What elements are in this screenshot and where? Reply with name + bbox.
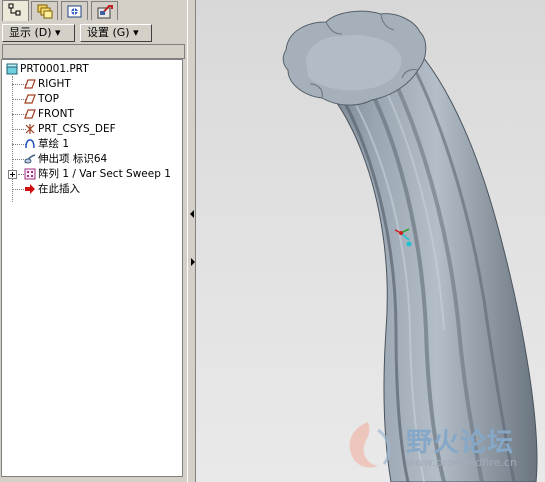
collapse-left-icon[interactable] <box>190 210 194 218</box>
datum-plane-icon <box>24 109 36 119</box>
tree-item-label: 草绘 1 <box>38 138 70 150</box>
forum-watermark: 野火论坛 www.proewildfire.cn <box>336 412 545 482</box>
navigator-panel: 显示 (D) ▾ 设置 (G) ▾ PRT0001.PRT RIGHT TOP … <box>0 0 188 482</box>
watermark-title: 野火论坛 <box>406 428 515 458</box>
pattern-icon <box>24 168 36 180</box>
layers-icon <box>37 4 53 19</box>
tree-root-label: PRT0001.PRT <box>20 63 89 75</box>
tab-favorites[interactable] <box>61 1 88 20</box>
tree-item-label: PRT_CSYS_DEF <box>38 123 116 135</box>
show-menu-button[interactable]: 显示 (D) ▾ <box>2 24 75 42</box>
tree-item-label: TOP <box>38 93 60 105</box>
protrusion-icon <box>24 154 36 164</box>
model-tree-icon <box>8 3 21 16</box>
tree-item-label: 在此插入 <box>38 183 80 195</box>
tree-item-label: FRONT <box>38 108 74 120</box>
csys-icon <box>25 124 35 134</box>
insert-here-icon <box>25 184 35 194</box>
watermark-url: www.proewildfire.cn <box>406 456 517 469</box>
tree-connector <box>12 76 13 202</box>
tree-filter-bar[interactable] <box>2 44 185 59</box>
expand-plus-icon <box>8 170 17 179</box>
twisted-sweep-model <box>282 10 538 482</box>
tab-layers[interactable] <box>31 1 58 20</box>
favorites-icon <box>67 5 82 18</box>
panel-splitter[interactable] <box>187 0 196 482</box>
tree-item-label: RIGHT <box>38 78 71 90</box>
tab-model-tree[interactable] <box>2 0 29 21</box>
flame-logo-icon <box>349 422 391 468</box>
tree-item-label: 阵列 1 / Var Sect Sweep 1 <box>38 168 171 180</box>
connections-icon <box>97 5 113 19</box>
tree-item-label: 伸出项 标识64 <box>38 153 108 165</box>
expand-right-icon[interactable] <box>191 258 195 266</box>
navigator-tabs <box>0 0 188 22</box>
sketch-icon <box>25 139 35 149</box>
settings-menu-label: 设置 (G) ▾ <box>87 26 139 39</box>
graphics-window[interactable] <box>196 0 545 482</box>
part-icon <box>6 63 18 75</box>
settings-menu-button[interactable]: 设置 (G) ▾ <box>80 24 152 42</box>
show-menu-label: 显示 (D) ▾ <box>9 26 61 39</box>
tree-toolbar: 显示 (D) ▾ 设置 (G) ▾ <box>0 23 188 43</box>
datum-plane-icon <box>24 79 36 89</box>
tab-connections[interactable] <box>91 1 118 20</box>
model-tree: PRT0001.PRT RIGHT TOP FRONT PRT_CSYS_DEF <box>1 59 183 477</box>
datum-plane-icon <box>24 94 36 104</box>
